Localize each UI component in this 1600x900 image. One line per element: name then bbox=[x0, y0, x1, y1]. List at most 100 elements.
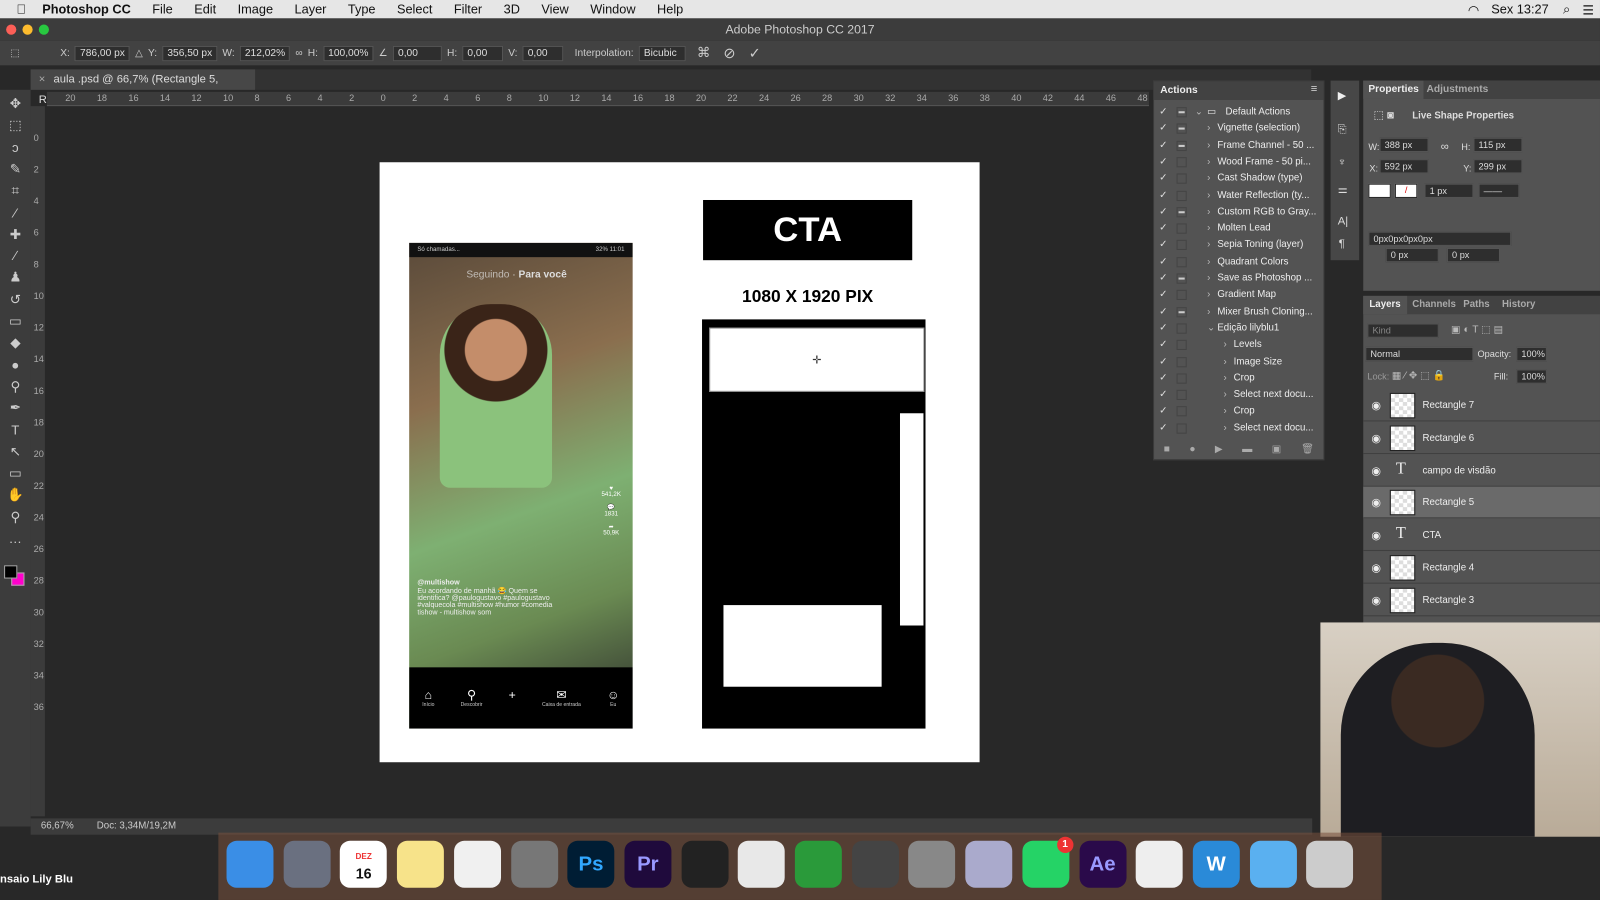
menu-app[interactable]: Photoshop CC bbox=[42, 2, 131, 16]
dock-calculator-icon[interactable] bbox=[908, 840, 956, 888]
paragraph-icon[interactable]: ¶ bbox=[1339, 238, 1345, 250]
zoom-window-button[interactable] bbox=[38, 24, 49, 35]
dock-final-cut-icon[interactable] bbox=[681, 840, 729, 888]
layer-name[interactable]: Rectangle 4 bbox=[1422, 562, 1474, 573]
check-icon[interactable]: ✓ bbox=[1159, 137, 1168, 153]
check-icon[interactable]: ✓ bbox=[1159, 354, 1168, 370]
size-text[interactable]: 1080 X 1920 PIX bbox=[703, 287, 912, 307]
stroke-type-select[interactable]: —— bbox=[1478, 183, 1520, 198]
phone-nav-item[interactable]: ☺ Eu bbox=[607, 688, 620, 729]
action-item[interactable]: ✓ › Sepia Toning (layer) bbox=[1154, 237, 1317, 253]
prop-y-field[interactable]: 299 px bbox=[1473, 159, 1523, 174]
dock-textedit-icon[interactable] bbox=[1135, 840, 1183, 888]
clone-source-icon[interactable]: ⎘ bbox=[1338, 123, 1347, 136]
menu-image[interactable]: Image bbox=[238, 2, 273, 16]
menu-view[interactable]: View bbox=[541, 2, 568, 16]
action-item[interactable]: ✓ › Image Size bbox=[1154, 354, 1317, 370]
dialog-toggle[interactable] bbox=[1176, 140, 1187, 151]
close-tab-icon[interactable]: × bbox=[39, 73, 46, 85]
check-icon[interactable]: ✓ bbox=[1159, 121, 1168, 137]
x-field[interactable]: 786,00 px bbox=[74, 45, 130, 61]
chevron-right-icon[interactable]: › bbox=[1207, 121, 1210, 137]
tab-paths[interactable]: Paths bbox=[1457, 296, 1496, 314]
adjust-icon[interactable]: ⚌ bbox=[1338, 183, 1348, 196]
dock-system-preferences-icon[interactable] bbox=[510, 840, 558, 888]
layer-row[interactable]: ◉ Rectangle 4 bbox=[1363, 552, 1600, 584]
artboard[interactable]: Só chamadas... 32% 11:01 Seguindo · Para… bbox=[379, 162, 980, 763]
check-icon[interactable]: ✓ bbox=[1159, 287, 1168, 303]
chevron-right-icon[interactable]: › bbox=[1207, 237, 1210, 253]
dock-whatsapp-icon[interactable]: 1 bbox=[1022, 836, 1074, 888]
check-icon[interactable]: ✓ bbox=[1159, 104, 1168, 120]
menu-help[interactable]: Help bbox=[657, 2, 683, 16]
h-field[interactable]: 100,00% bbox=[323, 45, 374, 61]
menu-file[interactable]: File bbox=[152, 2, 173, 16]
visibility-eye-icon[interactable]: ◉ bbox=[1371, 431, 1381, 444]
visibility-eye-icon[interactable]: ◉ bbox=[1371, 464, 1381, 477]
action-item[interactable]: ✓ ⌄ ▭ Default Actions bbox=[1154, 104, 1317, 120]
blur-tool-icon[interactable]: ● bbox=[7, 357, 23, 373]
phone-screenshot[interactable]: Só chamadas... 32% 11:01 Seguindo · Para… bbox=[409, 242, 633, 729]
chevron-right-icon[interactable]: › bbox=[1207, 304, 1210, 320]
dock-ae-icon[interactable]: Ae bbox=[1079, 840, 1127, 888]
phone-nav-item[interactable]: + bbox=[509, 688, 516, 729]
dialog-toggle[interactable] bbox=[1176, 290, 1187, 301]
chevron-right-icon[interactable]: › bbox=[1223, 403, 1226, 419]
transform-tool-icon[interactable]: ⬚ bbox=[10, 47, 55, 58]
stamp-tool-icon[interactable]: ♟ bbox=[7, 270, 23, 286]
dock-folder-icon[interactable] bbox=[1249, 840, 1297, 888]
phone-nav-item[interactable]: ✉ Caixa de entrada bbox=[542, 688, 581, 729]
check-icon[interactable]: ✓ bbox=[1159, 420, 1168, 436]
tab-layers[interactable]: Layers bbox=[1363, 295, 1407, 315]
layer-name[interactable]: Rectangle 3 bbox=[1422, 595, 1474, 606]
check-icon[interactable]: ✓ bbox=[1159, 337, 1168, 353]
zoom-tool-icon[interactable]: ⚲ bbox=[7, 509, 23, 525]
black-frame-rectangle[interactable]: ✛ bbox=[702, 319, 926, 729]
action-item[interactable]: ✓ › Select next docu... bbox=[1154, 387, 1317, 403]
w-field[interactable]: 212,02% bbox=[239, 45, 291, 61]
dialog-toggle[interactable] bbox=[1176, 173, 1187, 184]
pen-tool-icon[interactable]: ✒ bbox=[7, 400, 23, 416]
prop-w-field[interactable]: 388 px bbox=[1379, 137, 1429, 153]
close-window-button[interactable] bbox=[6, 24, 17, 35]
dock-wunderlist-icon[interactable]: W bbox=[1192, 840, 1240, 888]
layer-filter-icons[interactable]: ▣ ◐ T ⬚ ▤ bbox=[1451, 324, 1503, 335]
action-item[interactable]: ✓ › Gradient Map bbox=[1154, 287, 1317, 303]
stop-icon[interactable]: ■ bbox=[1164, 443, 1170, 454]
layer-name[interactable]: Rectangle 6 bbox=[1422, 432, 1474, 443]
dialog-toggle[interactable] bbox=[1176, 306, 1187, 317]
blend-mode-select[interactable]: Normal bbox=[1365, 346, 1474, 362]
action-item[interactable]: ✓ › Mixer Brush Cloning... bbox=[1154, 304, 1317, 320]
visibility-eye-icon[interactable]: ◉ bbox=[1371, 594, 1381, 607]
layer-row[interactable]: ◉ Rectangle 7 bbox=[1363, 390, 1600, 422]
character-icon[interactable]: A| bbox=[1338, 215, 1348, 227]
dock-notes-icon[interactable] bbox=[397, 840, 444, 888]
chevron-right-icon[interactable]: › bbox=[1207, 204, 1210, 220]
history-brush-tool-icon[interactable]: ↺ bbox=[7, 292, 23, 308]
vskew-field[interactable]: 0,00 bbox=[522, 45, 564, 61]
dock-chrome-icon[interactable] bbox=[738, 840, 785, 888]
menu-3d[interactable]: 3D bbox=[504, 2, 520, 16]
folder-icon[interactable]: ▬ bbox=[1242, 443, 1252, 454]
menu-window[interactable]: Window bbox=[590, 2, 635, 16]
dialog-toggle[interactable] bbox=[1176, 107, 1187, 118]
eyedropper-tool-icon[interactable]: ⁄ bbox=[7, 205, 23, 221]
more-tool-icon[interactable]: … bbox=[7, 531, 23, 547]
action-item[interactable]: ✓ › Select next docu... bbox=[1154, 420, 1317, 436]
chevron-right-icon[interactable]: › bbox=[1207, 221, 1210, 237]
check-icon[interactable]: ✓ bbox=[1159, 187, 1168, 203]
prop-x-field[interactable]: 592 px bbox=[1379, 159, 1429, 174]
marquee-tool-icon[interactable]: ⬚ bbox=[7, 118, 23, 134]
menu-type[interactable]: Type bbox=[348, 2, 376, 16]
dialog-toggle[interactable] bbox=[1176, 389, 1187, 401]
chevron-right-icon[interactable]: › bbox=[1223, 354, 1226, 370]
tab-history[interactable]: History bbox=[1496, 296, 1542, 314]
dock-calendar-icon[interactable]: DEZ 16 bbox=[340, 840, 388, 888]
trash-icon[interactable]: 🗑 bbox=[1301, 443, 1314, 454]
dialog-toggle[interactable] bbox=[1176, 190, 1187, 201]
action-item[interactable]: ✓ › Vignette (selection) bbox=[1154, 121, 1317, 137]
vertical-ruler[interactable]: 0 2 4 6 8 10 12 14 16 18 20 22 24 26 28 30 32 34 36 bbox=[30, 106, 45, 817]
record-icon[interactable]: ● bbox=[1189, 443, 1195, 454]
layer-row[interactable]: ◉ Rectangle 6 bbox=[1363, 422, 1600, 454]
brush-tool-icon[interactable]: ∕ bbox=[7, 248, 23, 264]
